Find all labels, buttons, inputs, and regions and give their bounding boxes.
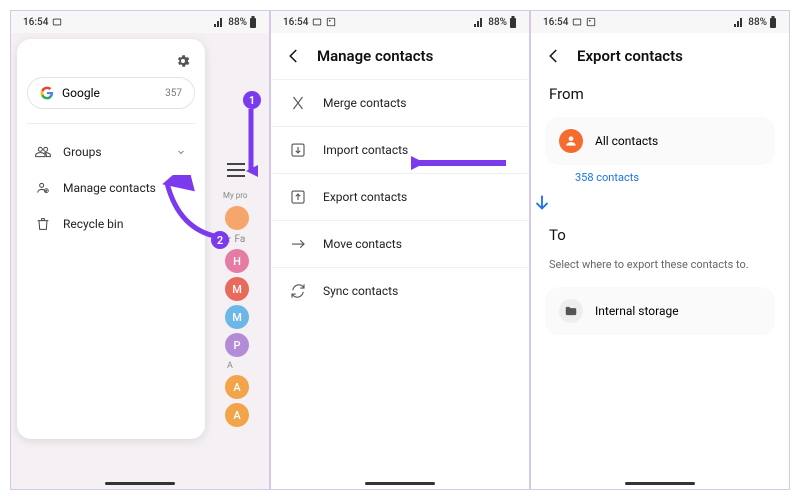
screenshot-1: 16:54 88% My pro ★ Fa H M: [10, 10, 270, 490]
to-destination-card[interactable]: Internal storage: [545, 287, 775, 335]
drawer-item-label: Groups: [63, 145, 102, 159]
status-time: 16:54: [283, 17, 308, 28]
drawer-item-groups[interactable]: Groups: [27, 134, 195, 170]
status-battery: 88%: [748, 17, 767, 28]
back-icon[interactable]: [545, 47, 563, 65]
folder-icon: [559, 299, 583, 323]
avatar-stub: P: [225, 333, 249, 357]
alpha-divider: A: [227, 361, 269, 371]
battery-icon: [769, 16, 777, 28]
status-time: 16:54: [543, 17, 568, 28]
drawer-item-label: Recycle bin: [63, 217, 123, 231]
status-card-icon: [572, 17, 582, 27]
page-header: Export contacts: [531, 33, 789, 79]
menu-item-label: Import contacts: [323, 143, 408, 157]
annotation-badge-2: 2: [211, 231, 229, 249]
my-profile-label: My pro: [223, 191, 269, 200]
export-icon: [289, 188, 307, 206]
menu-item-export[interactable]: Export contacts: [271, 173, 529, 220]
status-bar: 16:54 88%: [531, 11, 789, 33]
menu-item-merge[interactable]: Merge contacts: [271, 79, 529, 126]
status-card-icon: [312, 17, 322, 27]
groups-icon: [35, 144, 51, 160]
annotation-badge-1: 1: [243, 91, 261, 109]
drawer-item-recycle[interactable]: Recycle bin: [27, 206, 195, 242]
status-battery: 88%: [488, 17, 507, 28]
gear-icon[interactable]: [175, 53, 191, 69]
back-icon[interactable]: [285, 47, 303, 65]
avatar-stub: A: [225, 375, 249, 399]
trash-icon: [35, 216, 51, 232]
sync-icon: [289, 282, 307, 300]
from-source-label: All contacts: [595, 134, 658, 148]
to-destination-label: Internal storage: [595, 304, 679, 318]
manage-contacts-icon: [35, 180, 51, 196]
nav-handle: [105, 482, 175, 485]
nav-handle: [365, 482, 435, 485]
navigation-drawer: Google 357 Groups Manage contacts Recycl…: [17, 39, 205, 439]
menu-item-sync[interactable]: Sync contacts: [271, 267, 529, 314]
contacts-count-link[interactable]: 358 contacts: [575, 171, 789, 184]
menu-item-import[interactable]: Import contacts: [271, 126, 529, 173]
page-title: Manage contacts: [317, 47, 433, 65]
hamburger-icon[interactable]: [227, 163, 269, 177]
avatar-stub: M: [225, 305, 249, 329]
signal-icon: [214, 17, 226, 27]
arrow-down-icon: [531, 192, 789, 214]
helper-text: Select where to export these contacts to…: [531, 250, 789, 279]
menu-item-move[interactable]: Move contacts: [271, 220, 529, 267]
favorites-label: ★ Fa: [223, 234, 269, 245]
status-bar: 16:54 88%: [11, 11, 269, 33]
avatar-stub: H: [225, 249, 249, 273]
move-icon: [289, 235, 307, 253]
status-img-icon: [586, 17, 596, 27]
from-label: From: [531, 79, 789, 109]
status-time: 16:54: [23, 17, 48, 28]
drawer-item-manage[interactable]: Manage contacts: [27, 170, 195, 206]
divider: [27, 123, 195, 124]
menu-item-label: Export contacts: [323, 190, 407, 204]
signal-icon: [734, 17, 746, 27]
screenshot-3: 16:54 88% Export contacts From All conta…: [530, 10, 790, 490]
avatar-stub: [225, 206, 249, 230]
signal-icon: [474, 17, 486, 27]
drawer-item-label: Manage contacts: [63, 181, 156, 195]
account-count: 357: [165, 88, 182, 99]
to-label: To: [531, 220, 789, 250]
nav-handle: [625, 482, 695, 485]
merge-icon: [289, 94, 307, 112]
account-selector[interactable]: Google 357: [27, 77, 195, 109]
screenshot-2: 16:54 88% Manage contacts Merge contacts: [270, 10, 530, 490]
account-name: Google: [62, 86, 100, 100]
avatar-stub: A: [225, 403, 249, 427]
avatar-stub: M: [225, 277, 249, 301]
page-header: Manage contacts: [271, 33, 529, 79]
menu-item-label: Sync contacts: [323, 284, 398, 298]
google-icon: [40, 86, 54, 100]
status-bar: 16:54 88%: [271, 11, 529, 33]
status-card-icon: [52, 17, 62, 27]
from-source-card[interactable]: All contacts: [545, 117, 775, 165]
status-img-icon: [326, 17, 336, 27]
chevron-down-icon: [175, 146, 187, 158]
import-icon: [289, 141, 307, 159]
battery-icon: [249, 16, 257, 28]
menu-item-label: Move contacts: [323, 237, 402, 251]
page-title: Export contacts: [577, 47, 683, 65]
contacts-icon: [559, 129, 583, 153]
battery-icon: [509, 16, 517, 28]
menu-item-label: Merge contacts: [323, 96, 406, 110]
status-battery: 88%: [228, 17, 247, 28]
